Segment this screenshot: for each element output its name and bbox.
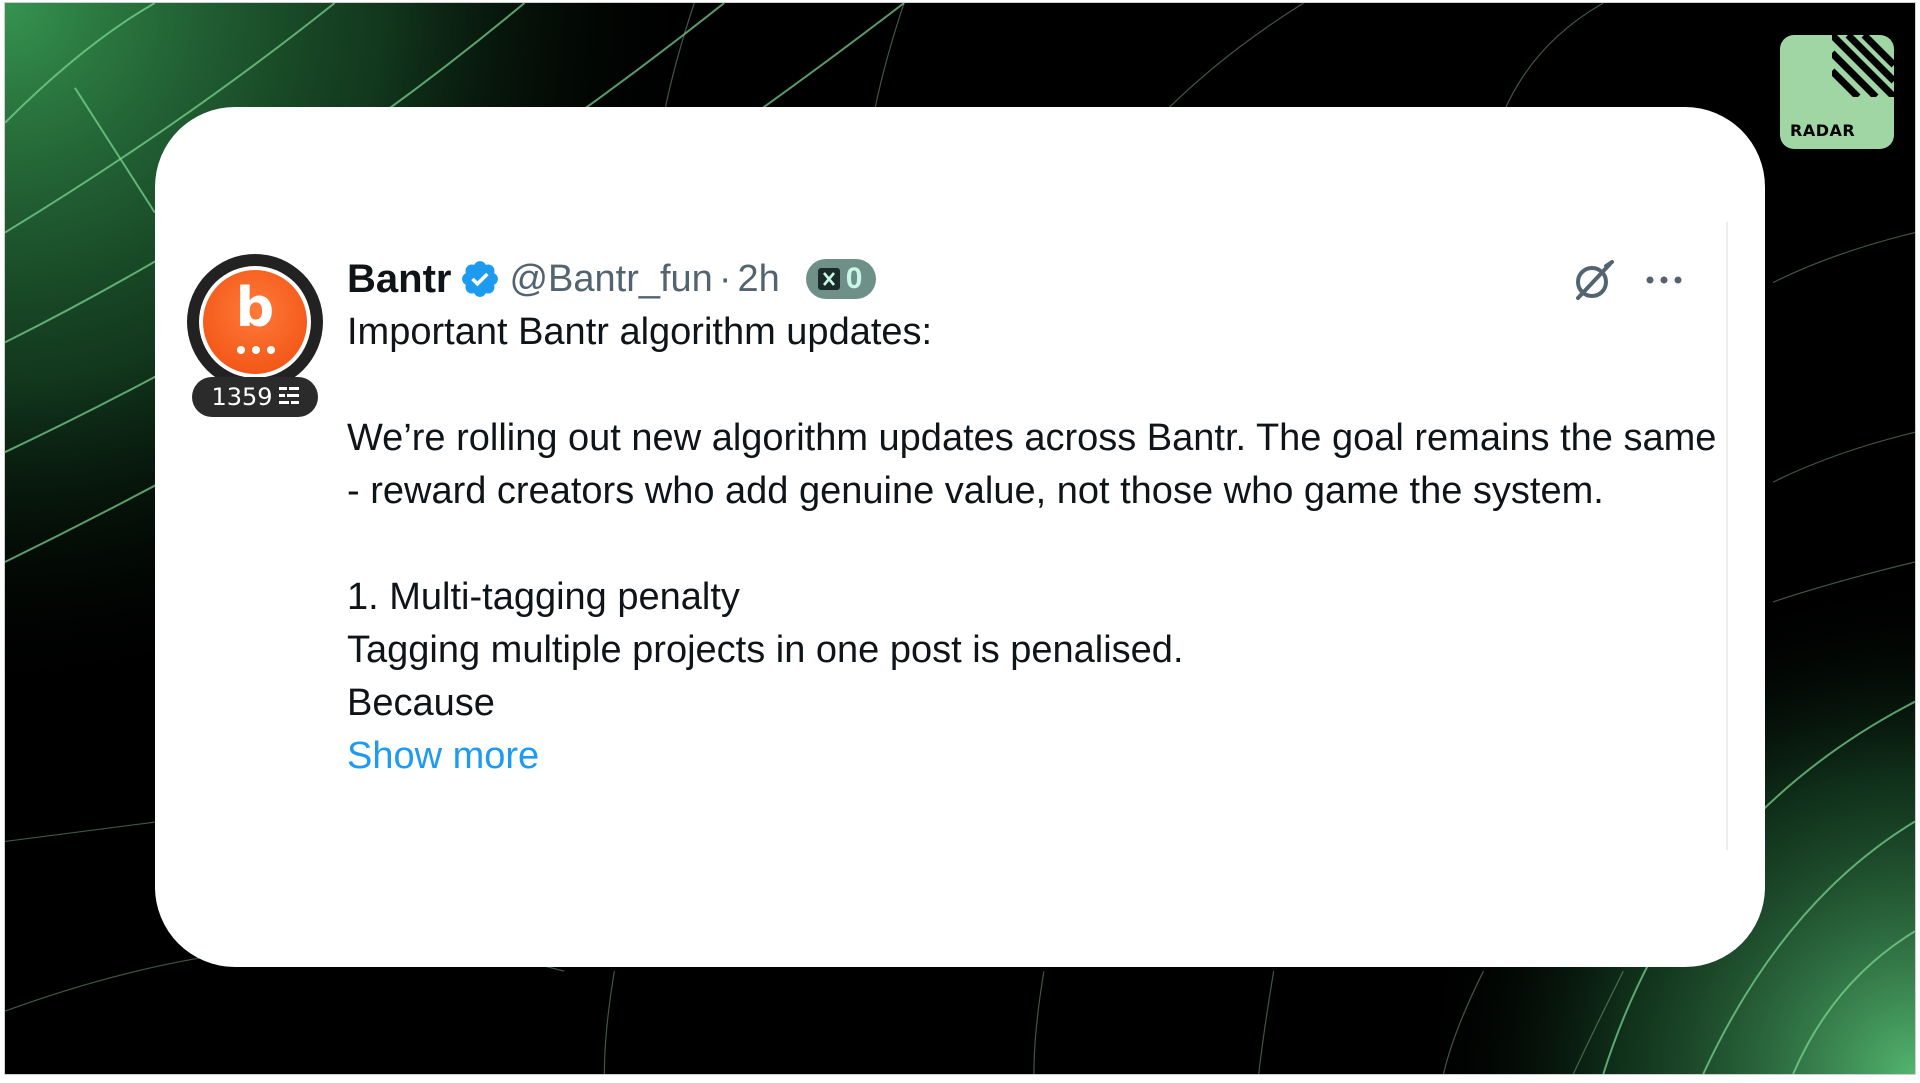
post-header: Bantr @Bantr_fun · 2h 0 [347, 254, 877, 304]
post-line-intro: We’re rolling out new algorithm updates … [347, 417, 1717, 512]
show-more-link[interactable]: Show more [347, 735, 539, 777]
x-count-badge[interactable]: 0 [805, 259, 877, 299]
more-icon[interactable] [1644, 270, 1684, 290]
post-line-blank [347, 359, 1727, 412]
author-name[interactable]: Bantr [347, 257, 451, 302]
score-value: 1359 [211, 383, 273, 411]
radar-logo: RADAR [1780, 35, 1894, 149]
radar-logo-label: RADAR [1790, 121, 1856, 140]
post-body: Important Bantr algorithm updates: We’re… [347, 306, 1727, 783]
radar-stripes-icon [1832, 35, 1894, 97]
verified-badge-icon [462, 261, 499, 297]
avatar-image: b [203, 270, 307, 374]
score-badge: 1359 [192, 377, 318, 417]
post-line-blank [347, 518, 1727, 571]
post-line-title: Important Bantr algorithm updates: [347, 311, 933, 353]
x-logo-icon [817, 268, 840, 290]
post-line-detail: Tagging multiple projects in one post is… [347, 629, 1184, 671]
post-line-because: Because [347, 682, 495, 724]
score-bars-icon [278, 387, 299, 404]
post-time[interactable]: 2h [737, 258, 779, 301]
post-line-heading: 1. Multi-tagging penalty [347, 576, 740, 618]
grok-icon[interactable] [1570, 256, 1618, 304]
avatar-dots [237, 346, 275, 354]
time-separator: · [718, 257, 732, 300]
avatar-letter: b [235, 276, 275, 339]
x-count: 0 [845, 262, 863, 295]
author-handle[interactable]: @Bantr_fun [509, 258, 712, 301]
avatar[interactable]: b [187, 254, 323, 390]
